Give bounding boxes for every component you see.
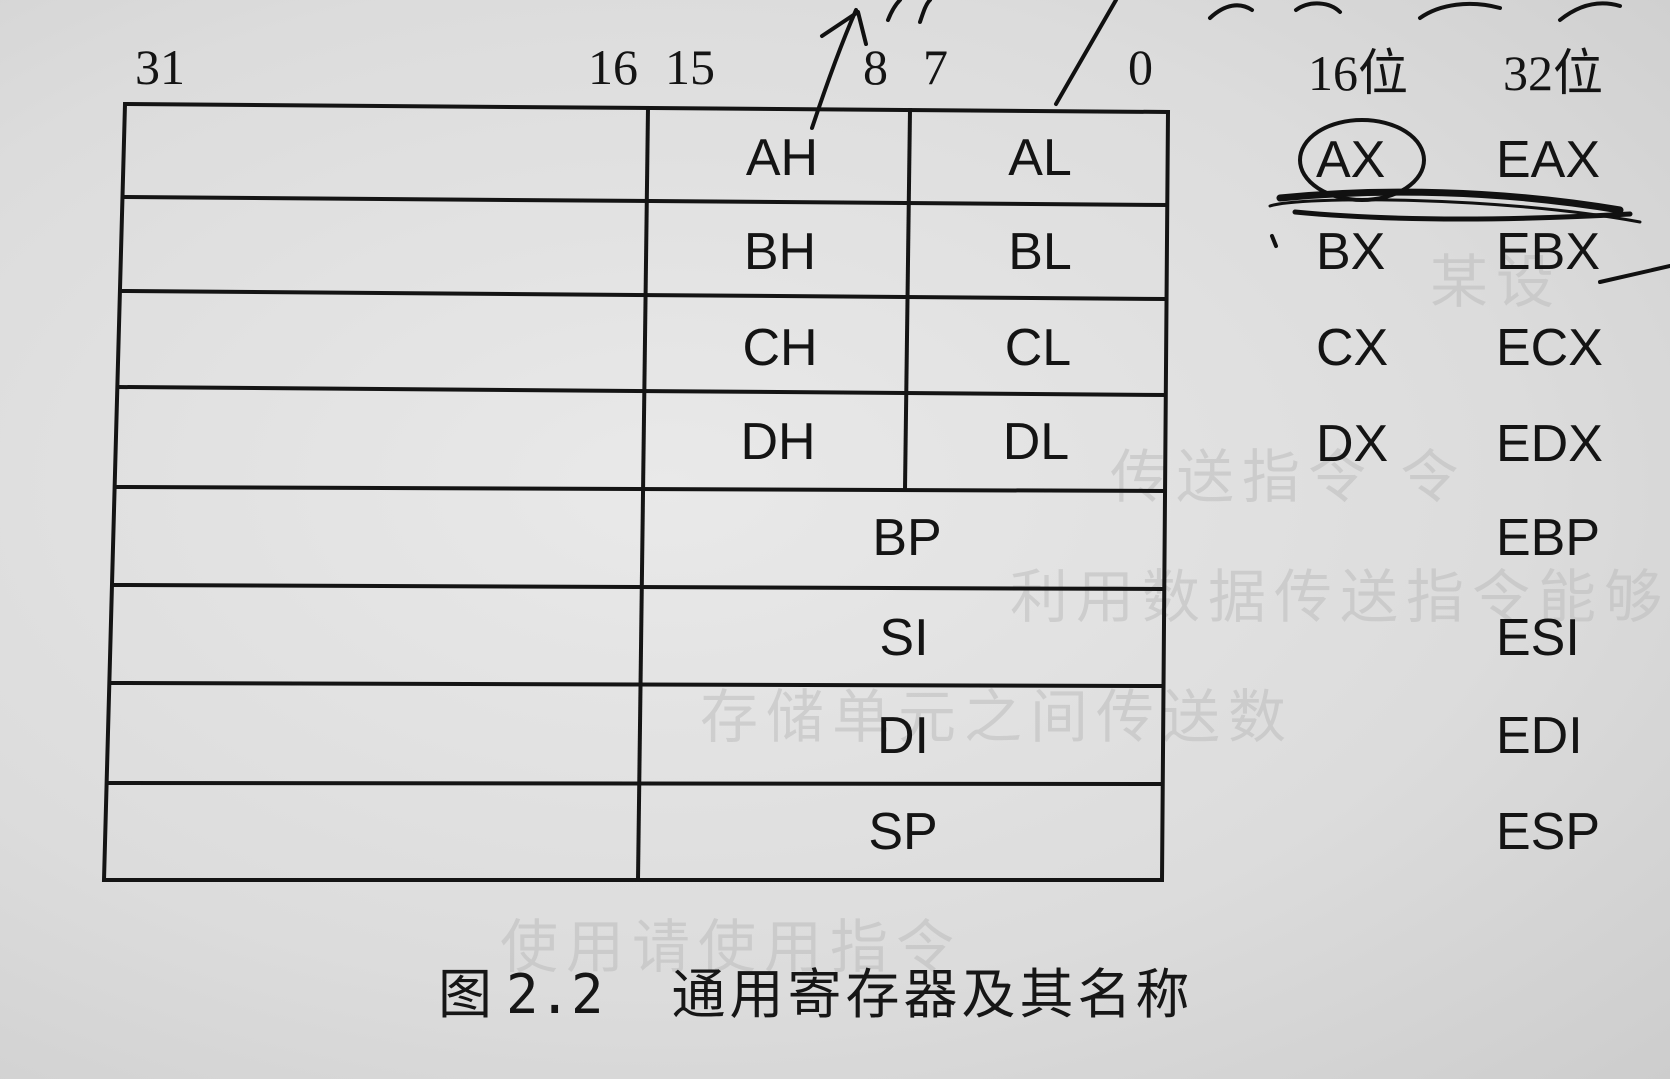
annotation-arrow [810,8,858,130]
bleed-through-text: 传送指令 令 [1110,443,1467,511]
bit-label-7: 7 [923,39,948,95]
bit-label-16: 16 [588,39,638,95]
annotation-scribble [886,0,932,24]
header-16bit: 16位 [1308,45,1408,101]
cell-si: SI [879,609,929,667]
cell-dh: DH [740,413,816,471]
figure-number: 2.2 [506,963,604,1026]
row-divider [120,194,1169,208]
name16-ax: AX [1316,131,1386,189]
annotation-slash [1054,0,1118,106]
cell-cl: CL [1004,319,1072,377]
cell-sp: SP [868,803,938,861]
row-divider [118,288,1168,302]
bit-label-15: 15 [665,39,715,95]
column-divider-16 [635,105,651,883]
cell-di: DI [877,707,929,765]
bit-label-0: 0 [1128,39,1153,95]
annotation-tick [1270,234,1278,248]
name16-bx: BX [1316,223,1386,281]
cell-bh: BH [743,223,817,281]
name32-ebx: EBX [1496,223,1601,281]
bit-label-31: 31 [135,39,185,95]
cell-bp: BP [872,509,942,567]
annotation-underline [1268,198,1642,224]
column-divider-8 [902,107,913,492]
name32-esp: ESP [1496,803,1601,861]
annotation-arrow-head [820,10,868,46]
bleed-through-text: 存储单元之间传送数 [700,683,1295,751]
name32-ebp: EBP [1496,509,1601,567]
row-divider [111,582,1166,592]
name32-ecx: ECX [1496,319,1603,377]
name16-dx: DX [1316,415,1389,473]
annotation-underline [1292,209,1633,222]
name32-edi: EDI [1496,707,1583,765]
bit-label-8: 8 [863,39,888,95]
annotation-cursive [1208,1,1622,22]
cell-ch: CH [742,319,818,377]
table-frame [101,101,1171,882]
name16-cx: CX [1316,319,1389,377]
row-divider [114,484,1167,494]
annotation-underline [1276,188,1624,214]
name32-esi: ESI [1496,609,1580,667]
header-32bit: 32位 [1503,45,1603,101]
figure-label: 图 [438,963,492,1026]
row-divider [116,384,1168,398]
cell-al: AL [1008,129,1072,187]
name32-eax: EAX [1496,131,1601,189]
annotation-line [1598,264,1670,284]
cell-ah: AH [745,129,819,187]
cell-dl: DL [1002,413,1070,471]
row-divider [105,780,1165,787]
cell-bl: BL [1008,223,1072,281]
figure-caption: 图 2.2 通用寄存器及其名称 [438,968,1194,1022]
name32-edx: EDX [1496,415,1603,473]
figure-title: 通用寄存器及其名称 [671,963,1194,1026]
